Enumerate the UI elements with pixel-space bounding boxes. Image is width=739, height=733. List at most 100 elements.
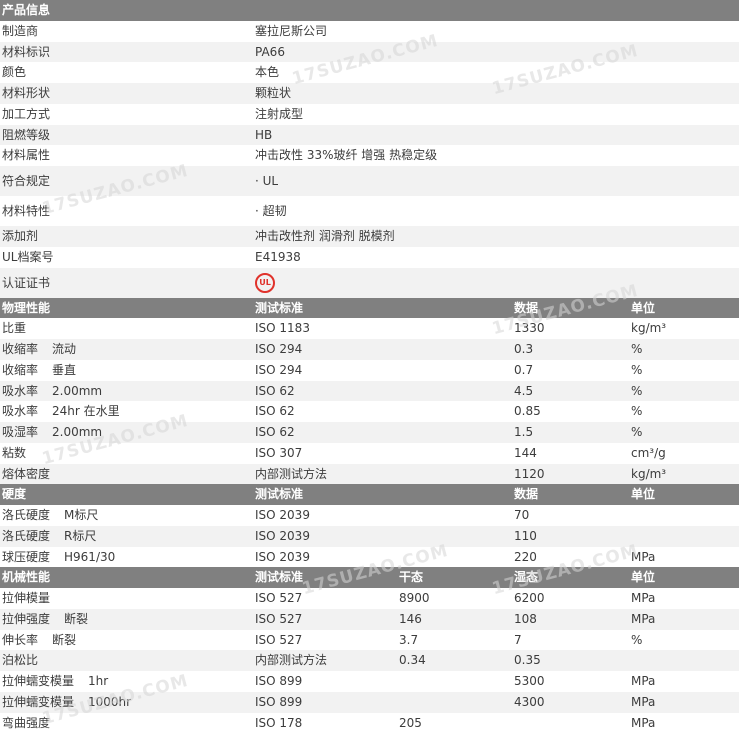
mechanical-row: 泊松比内部测试方法0.340.35 bbox=[0, 650, 739, 671]
test-standard: ISO 62 bbox=[255, 422, 395, 443]
test-standard: ISO 527 bbox=[255, 588, 395, 609]
physical-property-cell: 比重 bbox=[2, 318, 252, 339]
physical-row: 吸水率2.00mmISO 624.5% bbox=[0, 381, 739, 402]
test-standard: ISO 62 bbox=[255, 401, 395, 422]
property-name: 伸长率 bbox=[2, 633, 38, 647]
ul-certification-icon: UL bbox=[255, 273, 275, 293]
mechanical-property-cell: 伸长率断裂 bbox=[2, 630, 252, 651]
product-info-row: 加工方式注射成型 bbox=[0, 104, 739, 125]
mechanical-header-c5: 单位 bbox=[631, 567, 736, 588]
info-value: 塞拉尼斯公司 bbox=[255, 21, 725, 42]
data-value: 1330 bbox=[514, 318, 624, 339]
mechanical-property-cell: 泊松比 bbox=[2, 650, 252, 671]
info-label: 制造商 bbox=[2, 21, 252, 42]
mechanical-property-cell: 拉伸蠕变模量1000hr bbox=[2, 692, 252, 713]
hardness-property-cell: 洛氏硬度M标尺 bbox=[2, 505, 252, 526]
property-name: 收缩率 bbox=[2, 363, 38, 377]
data-value: 0.85 bbox=[514, 401, 624, 422]
product-info-row: 阻燃等级HB bbox=[0, 125, 739, 146]
property-condition: 2.00mm bbox=[52, 425, 102, 439]
info-label: UL档案号 bbox=[2, 247, 252, 268]
data-value: 220 bbox=[514, 547, 624, 568]
mechanical-row: 伸长率断裂ISO 5273.77% bbox=[0, 630, 739, 651]
info-value: E41938 bbox=[255, 247, 725, 268]
physical-property-cell: 吸水率2.00mm bbox=[2, 381, 252, 402]
hardness-header: 硬度测试标准数据单位 bbox=[0, 484, 739, 505]
unit: % bbox=[631, 360, 736, 381]
test-standard: ISO 294 bbox=[255, 339, 395, 360]
physical-row: 吸湿率2.00mmISO 621.5% bbox=[0, 422, 739, 443]
product-info-row: 材料形状颗粒状 bbox=[0, 83, 739, 104]
mechanical-row: 拉伸强度断裂ISO 527146108 MPa bbox=[0, 609, 739, 630]
physical-header-c5: 单位 bbox=[631, 298, 736, 319]
hardness-row: 洛氏硬度M标尺ISO 203970 bbox=[0, 505, 739, 526]
data-value: 0.7 bbox=[514, 360, 624, 381]
physical-header-c1: 物理性能 bbox=[2, 298, 252, 319]
property-condition: 24hr 在水里 bbox=[52, 404, 120, 418]
dry-value: 3.7 bbox=[399, 630, 509, 651]
property-name: 弯曲强度 bbox=[2, 716, 50, 730]
unit: % bbox=[631, 422, 736, 443]
property-name: 拉伸模量 bbox=[2, 591, 50, 605]
dry-value: 146 bbox=[399, 609, 509, 630]
product-info-header: 产品信息 bbox=[0, 0, 739, 21]
hardness-header-c2: 测试标准 bbox=[255, 484, 395, 505]
info-label: 材料标识 bbox=[2, 42, 252, 63]
property-condition: H961/30 bbox=[64, 550, 115, 564]
property-name: 收缩率 bbox=[2, 342, 38, 356]
info-label: 认证证书 bbox=[2, 268, 252, 298]
mechanical-property-cell: 拉伸强度断裂 bbox=[2, 609, 252, 630]
wet-value: 108 bbox=[514, 609, 624, 630]
physical-row: 收缩率流动ISO 2940.3% bbox=[0, 339, 739, 360]
data-value: 110 bbox=[514, 526, 624, 547]
physical-header: 物理性能测试标准数据单位 bbox=[0, 298, 739, 319]
physical-header-c2: 测试标准 bbox=[255, 298, 395, 319]
info-label: 阻燃等级 bbox=[2, 125, 252, 146]
test-standard: ISO 1183 bbox=[255, 318, 395, 339]
info-value: 冲击改性剂 润滑剂 脱模剂 bbox=[255, 226, 725, 247]
physical-property-cell: 收缩率垂直 bbox=[2, 360, 252, 381]
property-name: 吸水率 bbox=[2, 384, 38, 398]
info-label: 材料特性 bbox=[2, 196, 252, 226]
unit: kg/m³ bbox=[631, 464, 736, 485]
unit: cm³/g bbox=[631, 443, 736, 464]
hardness-header-c4: 数据 bbox=[514, 484, 624, 505]
info-label: 颜色 bbox=[2, 62, 252, 83]
info-label: 材料属性 bbox=[2, 145, 252, 166]
unit: MPa bbox=[631, 609, 736, 630]
product-info-row: 制造商塞拉尼斯公司 bbox=[0, 21, 739, 42]
test-standard: ISO 527 bbox=[255, 609, 395, 630]
mechanical-property-cell: 拉伸蠕变模量1hr bbox=[2, 671, 252, 692]
mechanical-property-cell: 弯曲强度 bbox=[2, 713, 252, 733]
property-name: 吸水率 bbox=[2, 404, 38, 418]
data-value: 1.5 bbox=[514, 422, 624, 443]
property-condition: 断裂 bbox=[52, 633, 76, 647]
data-value: 70 bbox=[514, 505, 624, 526]
hardness-property-cell: 球压硬度 H961/30 bbox=[2, 547, 252, 568]
mechanical-row: 拉伸模量ISO 52789006200MPa bbox=[0, 588, 739, 609]
mechanical-header-c3: 干态 bbox=[399, 567, 509, 588]
product-info-row: 材料标识PA66 bbox=[0, 42, 739, 63]
property-name: 拉伸蠕变模量 bbox=[2, 695, 74, 709]
wet-value: 6200 bbox=[514, 588, 624, 609]
product-info-row: UL档案号E41938 bbox=[0, 247, 739, 268]
physical-row: 吸水率24hr 在水里ISO 620.85% bbox=[0, 401, 739, 422]
product-info-row: 符合规定· UL bbox=[0, 166, 739, 196]
info-label: 添加剂 bbox=[2, 226, 252, 247]
unit: % bbox=[631, 339, 736, 360]
info-value: · 超韧 bbox=[255, 196, 725, 226]
mechanical-header-c1: 机械性能 bbox=[2, 567, 252, 588]
property-name: 拉伸蠕变模量 bbox=[2, 674, 74, 688]
dry-value: 0.34 bbox=[399, 650, 509, 671]
property-name: 比重 bbox=[2, 321, 26, 335]
hardness-header-c5: 单位 bbox=[631, 484, 736, 505]
data-value: 144 bbox=[514, 443, 624, 464]
property-name: 球压硬度 bbox=[2, 550, 50, 564]
hardness-property-cell: 洛氏硬度R标尺 bbox=[2, 526, 252, 547]
mechanical-row: 弯曲强度ISO 178205MPa bbox=[0, 713, 739, 733]
property-name: 洛氏硬度 bbox=[2, 508, 50, 522]
test-standard: 内部测试方法 bbox=[255, 650, 395, 671]
dry-value: 8900 bbox=[399, 588, 509, 609]
info-value: 本色 bbox=[255, 62, 725, 83]
product-info-row: 认证证书UL bbox=[0, 268, 739, 298]
